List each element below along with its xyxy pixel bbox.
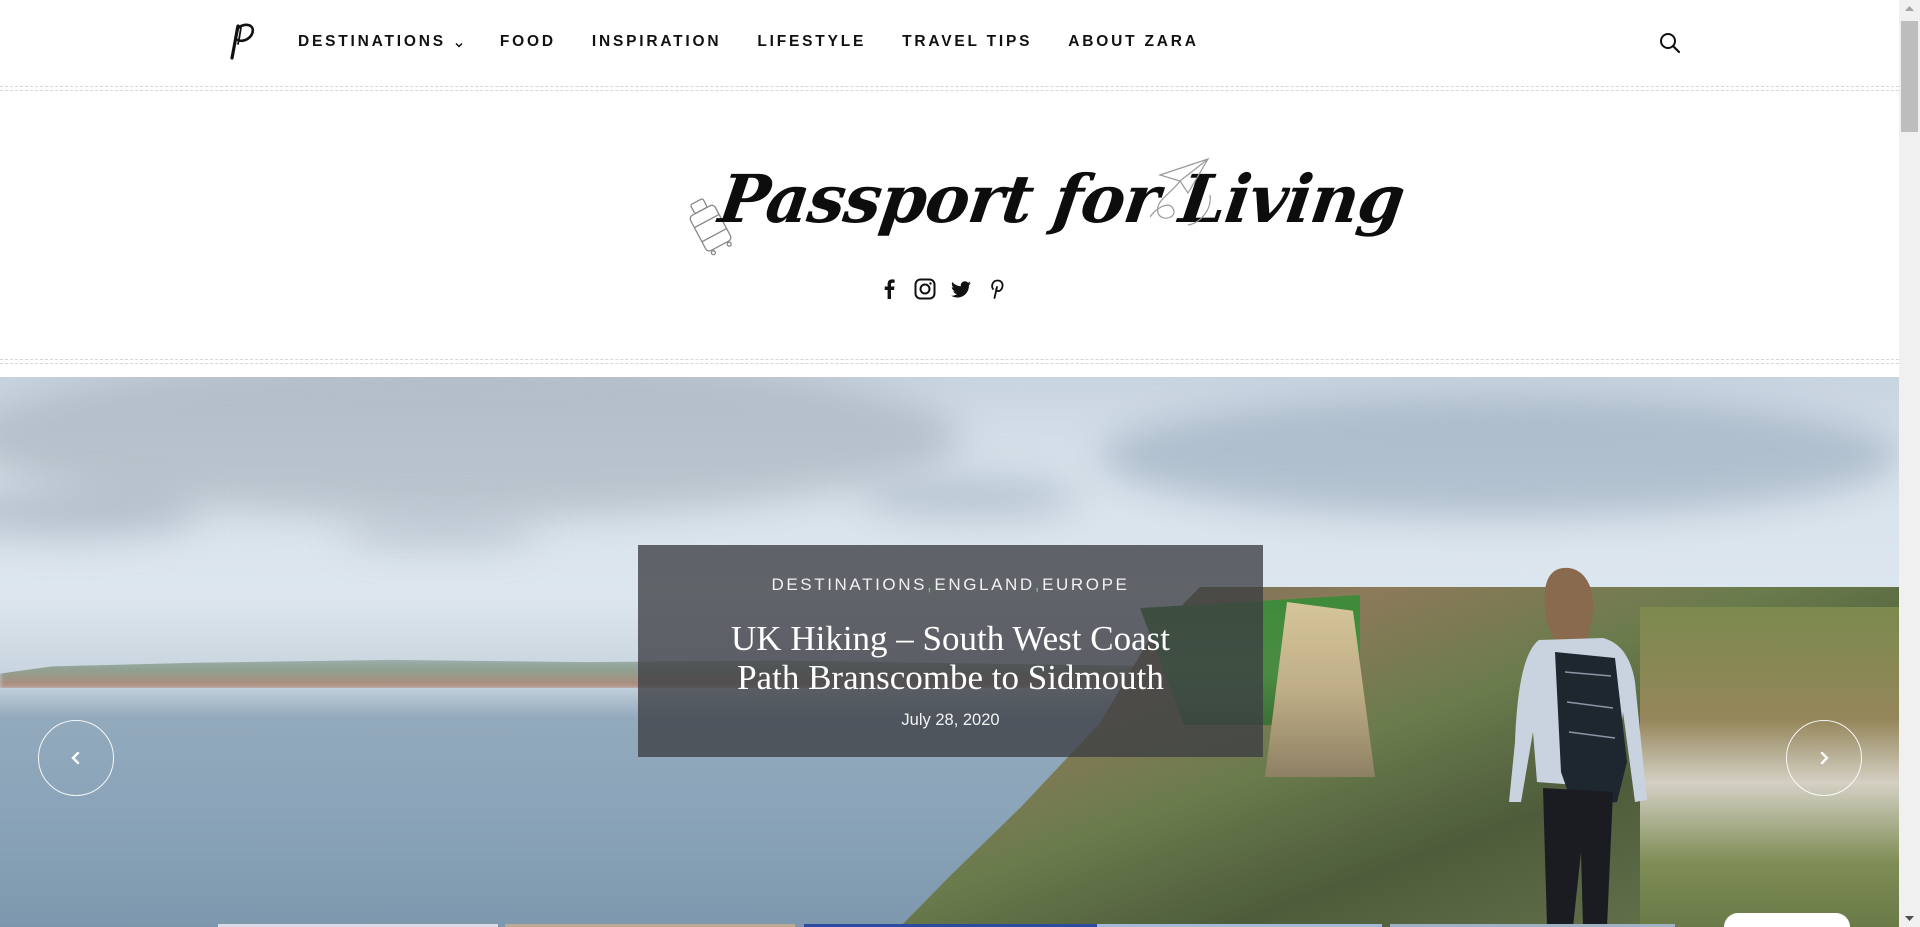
scrollbar-thumb[interactable] xyxy=(1901,21,1918,132)
nav-item-about-zara[interactable]: ABOUT ZARA xyxy=(1068,33,1198,51)
divider xyxy=(0,86,1899,91)
category-separator: , xyxy=(1034,575,1043,594)
scroll-up-button[interactable] xyxy=(1899,0,1920,17)
page: DESTINATIONS FOOD INSPIRATION LIFESTYLE … xyxy=(0,0,1899,927)
featured-slider: DESTINATIONS,ENGLAND,EUROPE UK Hiking – … xyxy=(0,377,1899,927)
triangle-up-icon xyxy=(1905,6,1914,11)
site-title: Passport for Living xyxy=(714,160,1410,238)
cloud xyxy=(340,517,540,547)
twitter-icon xyxy=(951,280,971,297)
chevron-right-icon xyxy=(1820,751,1829,765)
social-links xyxy=(878,277,1008,301)
twitter-link[interactable] xyxy=(950,277,972,301)
pinterest-icon xyxy=(991,279,1004,299)
search-button[interactable] xyxy=(1658,31,1682,55)
scroll-down-button[interactable] xyxy=(1899,910,1920,927)
triangle-down-icon xyxy=(1905,916,1914,921)
instagram-icon xyxy=(914,278,936,300)
nav-item-travel-tips[interactable]: TRAVEL TIPS xyxy=(902,33,1032,51)
slider-next-button[interactable] xyxy=(1786,720,1862,796)
nav-item-label: TRAVEL TIPS xyxy=(902,33,1033,50)
nav-item-inspiration[interactable]: INSPIRATION xyxy=(592,33,722,51)
nav-item-label: FOOD xyxy=(499,33,556,50)
divider xyxy=(0,359,1899,364)
nav-item-lifestyle[interactable]: LIFESTYLE xyxy=(757,33,866,51)
search-icon xyxy=(1660,33,1681,54)
vertical-scrollbar[interactable] xyxy=(1899,0,1920,927)
chevron-left-icon xyxy=(71,751,80,765)
nav-item-destinations[interactable]: DESTINATIONS xyxy=(298,33,464,51)
nav-item-label: ABOUT ZARA xyxy=(1068,33,1199,50)
facebook-link[interactable] xyxy=(878,277,900,301)
category-link[interactable]: DESTINATIONS xyxy=(771,575,927,594)
pinterest-link[interactable] xyxy=(986,277,1008,301)
nav-item-label: LIFESTYLE xyxy=(757,33,867,50)
top-navigation: DESTINATIONS FOOD INSPIRATION LIFESTYLE … xyxy=(0,0,1899,86)
hiker-figure xyxy=(1509,567,1647,927)
cloud xyxy=(860,477,1080,517)
slider-prev-button[interactable] xyxy=(38,720,114,796)
p-monogram-icon xyxy=(230,23,255,60)
chevron-down-icon xyxy=(454,37,464,48)
category-link[interactable]: EUROPE xyxy=(1042,575,1129,594)
category-link[interactable]: ENGLAND xyxy=(934,575,1034,594)
cloud xyxy=(1100,397,1899,517)
nav-logo[interactable] xyxy=(228,20,258,62)
nav-item-label: INSPIRATION xyxy=(591,33,722,50)
post-categories: DESTINATIONS,ENGLAND,EUROPE xyxy=(638,575,1263,595)
post-date: July 28, 2020 xyxy=(901,711,1000,729)
nav-menu: DESTINATIONS FOOD INSPIRATION LIFESTYLE … xyxy=(298,33,1235,51)
post-title[interactable]: UK Hiking – South West Coast Path Bransc… xyxy=(701,619,1201,697)
nav-item-label: DESTINATIONS xyxy=(298,33,446,50)
paper-plane-icon xyxy=(1150,157,1211,226)
instagram-link[interactable] xyxy=(914,277,936,301)
nav-item-food[interactable]: FOOD xyxy=(500,33,556,51)
floating-widget[interactable] xyxy=(1724,913,1850,927)
facebook-icon xyxy=(884,279,895,299)
slide-caption: DESTINATIONS,ENGLAND,EUROPE UK Hiking – … xyxy=(638,545,1263,757)
site-logo[interactable]: Passport for Living xyxy=(680,150,1409,270)
